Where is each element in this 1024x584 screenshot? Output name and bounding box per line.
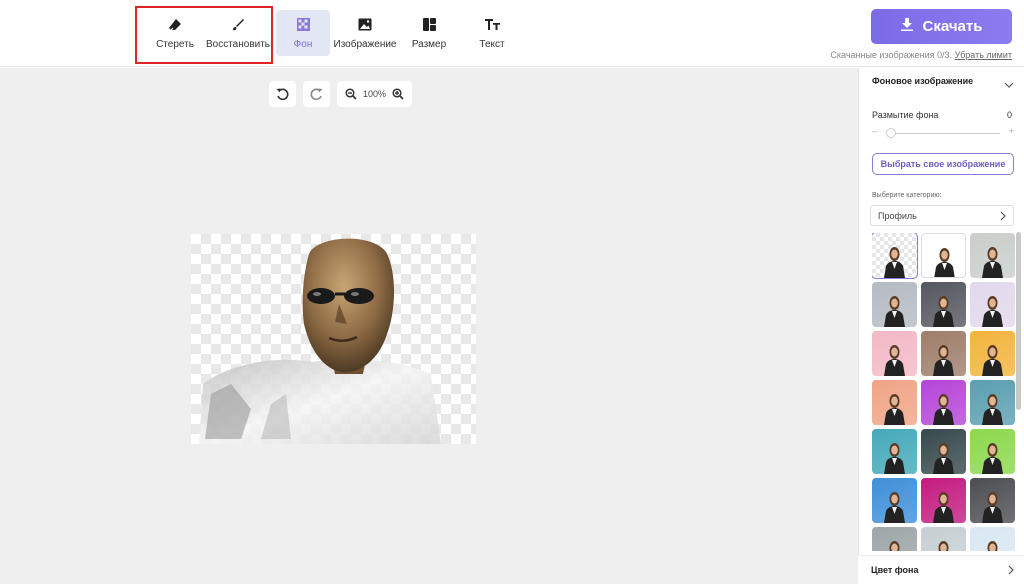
download-icon (900, 18, 913, 35)
person-silhouette-icon (933, 296, 954, 327)
person-silhouette-icon (884, 247, 905, 278)
person-silhouette-icon (982, 394, 1003, 425)
background-thumbnail[interactable] (872, 478, 917, 523)
undo-icon (276, 88, 289, 101)
brush-icon (230, 17, 246, 33)
tool-text[interactable]: Текст (454, 10, 530, 56)
background-thumbnail[interactable] (921, 380, 966, 425)
chevron-down-icon[interactable] (1004, 76, 1014, 94)
background-thumbnail[interactable] (970, 478, 1015, 523)
person-silhouette-icon (884, 296, 905, 327)
person-silhouette-icon (987, 541, 998, 551)
background-thumbnail[interactable] (872, 233, 918, 279)
background-thumbnail[interactable] (872, 282, 917, 327)
zoom-in-icon[interactable] (392, 88, 404, 100)
zoom-out-icon[interactable] (345, 88, 357, 100)
person-silhouette-icon (933, 443, 954, 474)
slider-minus: – (872, 126, 878, 136)
background-thumbnail[interactable] (872, 429, 917, 474)
person-silhouette-icon (934, 248, 955, 277)
slider-plus: + (1008, 126, 1014, 136)
layout-icon (421, 17, 437, 33)
panel-scrollbar[interactable] (1016, 232, 1021, 410)
person-silhouette-icon (933, 492, 954, 523)
tool-text-label: Текст (479, 38, 505, 50)
background-thumbnail[interactable] (970, 429, 1015, 474)
tool-background[interactable]: Фон (276, 10, 330, 56)
top-toolbar: Стереть Восстановить Фон Изображение Раз… (0, 0, 1024, 67)
background-thumbnail[interactable] (921, 233, 966, 278)
blur-value: 0 (1006, 110, 1012, 120)
person-silhouette-icon (982, 443, 1003, 474)
person-silhouette-icon (884, 492, 905, 523)
download-count-text: Скачанные изображения 0/3. (830, 50, 953, 60)
download-info: Скачанные изображения 0/3. Убрать лимит (830, 50, 1012, 60)
tool-image-label: Изображение (333, 38, 397, 50)
person-silhouette-icon (884, 443, 905, 474)
person-silhouette-icon (884, 394, 905, 425)
background-thumbnail[interactable] (970, 282, 1015, 327)
background-image-section-title: Фоновое изображение (872, 76, 974, 86)
background-thumbnail[interactable] (921, 527, 966, 551)
person-silhouette-icon (982, 296, 1003, 327)
background-thumbnail[interactable] (872, 380, 917, 425)
chevron-right-icon (1000, 211, 1006, 220)
background-thumbnail[interactable] (970, 380, 1015, 425)
background-thumbnail[interactable] (921, 478, 966, 523)
tool-restore[interactable]: Восстановить (200, 10, 276, 56)
person-silhouette-icon (982, 345, 1003, 376)
download-button[interactable]: Скачать (871, 9, 1012, 44)
background-thumbnail[interactable] (872, 331, 917, 376)
zoom-level: 100% (362, 89, 387, 99)
remove-limit-link[interactable]: Убрать лимит (955, 50, 1012, 60)
background-thumbnail[interactable] (921, 282, 966, 327)
slider-track (886, 133, 1000, 134)
background-thumbnail[interactable] (921, 331, 966, 376)
background-thumbnail[interactable] (970, 233, 1015, 278)
image-icon (357, 17, 373, 33)
background-thumbnail[interactable] (921, 429, 966, 474)
tool-erase-label: Стереть (156, 38, 194, 50)
blur-slider[interactable]: – + (872, 126, 1014, 140)
background-thumbnail[interactable] (970, 331, 1015, 376)
redo-icon (310, 88, 323, 101)
download-label: Скачать (922, 18, 983, 35)
tool-size-label: Размер (411, 38, 447, 50)
person-silhouette-icon (933, 394, 954, 425)
person-silhouette-icon (889, 541, 900, 551)
edited-image[interactable] (191, 234, 476, 444)
checker-background-icon (295, 17, 311, 33)
tool-background-label: Фон (293, 38, 313, 50)
subject-cutout (199, 238, 441, 444)
text-icon (484, 17, 500, 33)
blur-label: Размытие фона (872, 110, 939, 120)
undo-button[interactable] (269, 81, 296, 107)
category-select[interactable]: Профиль (870, 205, 1014, 226)
person-silhouette-icon (884, 345, 905, 376)
choose-own-image-button[interactable]: Выбрать свое изображение (872, 153, 1014, 175)
category-label: Выберите категорию: (872, 192, 942, 199)
background-panel: Фоновое изображение Размытие фона 0 – + … (858, 68, 1024, 584)
background-color-title: Цвет фона (871, 565, 919, 575)
background-thumbnail[interactable] (872, 527, 917, 551)
person-silhouette-icon (938, 541, 949, 551)
background-color-section[interactable]: Цвет фона (858, 555, 1024, 584)
category-value: Профиль (878, 210, 917, 221)
person-silhouette-icon (982, 492, 1003, 523)
zoom-controls: 100% (337, 81, 412, 107)
canvas-area: 100% (0, 68, 858, 584)
background-thumbnail[interactable] (970, 527, 1015, 551)
person-silhouette-icon (982, 247, 1003, 278)
eraser-icon (167, 17, 183, 33)
tool-restore-label: Восстановить (205, 38, 271, 50)
person-silhouette-icon (933, 345, 954, 376)
background-thumbnails (872, 233, 1015, 551)
chevron-right-icon (1008, 565, 1014, 575)
redo-button[interactable] (303, 81, 330, 107)
slider-handle[interactable] (886, 128, 896, 138)
